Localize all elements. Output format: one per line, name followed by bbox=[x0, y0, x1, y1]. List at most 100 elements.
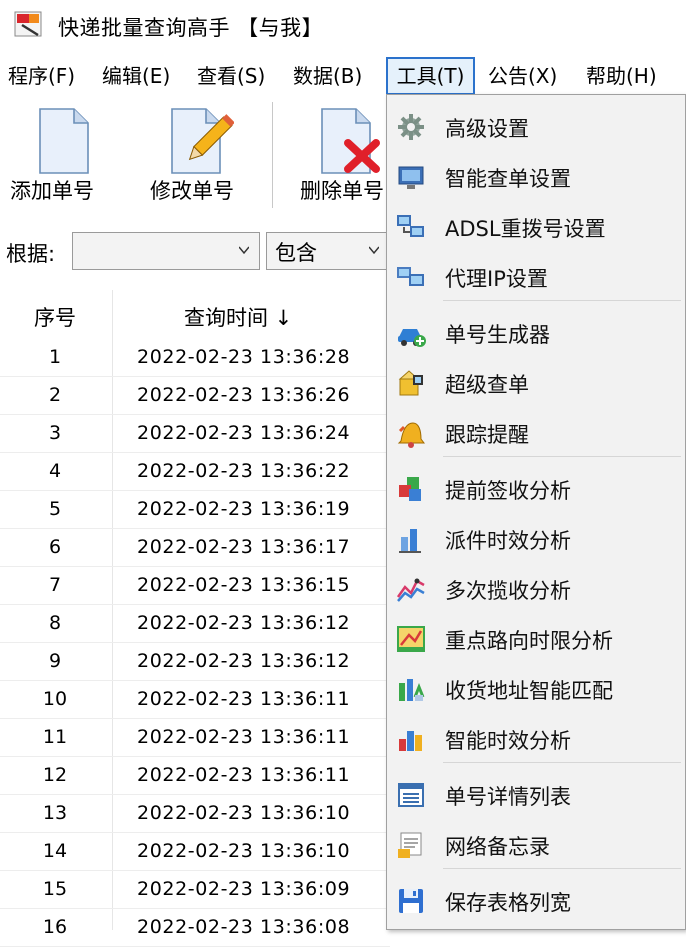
edit-document-icon bbox=[171, 108, 234, 174]
list-icon bbox=[398, 783, 424, 807]
table-header: 序号 查询时间 ↓ bbox=[0, 290, 390, 344]
tools-menu-item[interactable]: 提前签收分析 bbox=[387, 465, 685, 511]
tools-menu-item-label: 派件时效分析 bbox=[445, 529, 571, 553]
tools-menu-item-label: 超级查单 bbox=[445, 373, 529, 397]
row-query-time: 2022-02-23 13:36:22 bbox=[137, 460, 351, 482]
row-index: 2 bbox=[48, 384, 62, 406]
menu-program[interactable]: 程序(F) bbox=[8, 57, 75, 95]
add-number-button[interactable]: 添加单号 bbox=[0, 97, 120, 212]
tools-menu-item[interactable]: 多次揽收分析 bbox=[387, 565, 685, 611]
row-query-time: 2022-02-23 13:36:26 bbox=[137, 384, 351, 406]
row-query-time: 2022-02-23 13:36:24 bbox=[137, 422, 351, 444]
tools-menu-item[interactable]: 重点路向时限分析 bbox=[387, 615, 685, 661]
row-query-time: 2022-02-23 13:36:12 bbox=[137, 650, 351, 672]
row-query-time: 2022-02-23 13:36:19 bbox=[137, 498, 351, 520]
tools-menu-item-label: 代理IP设置 bbox=[445, 267, 548, 291]
delete-number-label: 删除单号 bbox=[300, 179, 384, 203]
chevron-down-icon bbox=[369, 246, 379, 255]
bell-icon bbox=[397, 422, 425, 448]
tools-menu-item-label: 保存表格列宽 bbox=[445, 891, 571, 915]
row-index: 10 bbox=[42, 688, 68, 710]
menu-edit[interactable]: 编辑(E) bbox=[102, 57, 170, 95]
delete-document-icon bbox=[321, 108, 380, 174]
tools-menu-item-label: 智能时效分析 bbox=[445, 729, 571, 753]
row-index: 3 bbox=[48, 422, 62, 444]
tools-menu-item[interactable]: 跟踪提醒 bbox=[387, 409, 685, 455]
tools-menu-item[interactable]: ADSL重拨号设置 bbox=[387, 203, 685, 249]
menu-tools[interactable]: 工具(T) bbox=[386, 57, 475, 95]
table-row[interactable]: 13 2022-02-23 13:36:10 bbox=[0, 794, 390, 833]
tools-menu-item[interactable]: 收货地址智能匹配 bbox=[387, 665, 685, 711]
title-bar: 快递批量查询高手 【与我】 bbox=[0, 0, 686, 50]
proxy-icon bbox=[397, 267, 424, 286]
row-index: 13 bbox=[42, 802, 68, 824]
map-icon bbox=[397, 626, 425, 652]
window-title: 快递批量查询高手 【与我】 bbox=[58, 16, 324, 40]
table-row[interactable]: 4 2022-02-23 13:36:22 bbox=[0, 452, 390, 491]
table-row[interactable]: 7 2022-02-23 13:36:15 bbox=[0, 566, 390, 605]
menu-notice[interactable]: 公告(X) bbox=[488, 57, 557, 95]
table-row[interactable]: 5 2022-02-23 13:36:19 bbox=[0, 490, 390, 529]
table-row[interactable]: 3 2022-02-23 13:36:24 bbox=[0, 414, 390, 453]
tools-menu-item-label: 收货地址智能匹配 bbox=[445, 679, 613, 703]
table-row[interactable]: 11 2022-02-23 13:36:11 bbox=[0, 718, 390, 757]
row-query-time: 2022-02-23 13:36:17 bbox=[137, 536, 351, 558]
row-index: 12 bbox=[42, 764, 68, 786]
row-query-time: 2022-02-23 13:36:10 bbox=[137, 840, 351, 862]
tools-menu-item[interactable]: 网络备忘录 bbox=[387, 821, 685, 867]
row-index: 9 bbox=[48, 650, 62, 672]
menu-separator bbox=[443, 456, 681, 457]
row-index: 5 bbox=[48, 498, 62, 520]
column-header-index[interactable]: 序号 bbox=[0, 302, 110, 332]
table-row[interactable]: 9 2022-02-23 13:36:12 bbox=[0, 642, 390, 681]
tools-menu-item[interactable]: 派件时效分析 bbox=[387, 515, 685, 561]
tools-menu-item[interactable]: 超级查单 bbox=[387, 359, 685, 405]
tools-menu-item[interactable]: 保存表格列宽 bbox=[387, 877, 685, 923]
tools-menu-item[interactable]: 单号详情列表 bbox=[387, 771, 685, 817]
menu-data[interactable]: 数据(B) bbox=[293, 57, 362, 95]
tools-menu-item-label: 多次揽收分析 bbox=[445, 579, 571, 603]
table-row[interactable]: 15 2022-02-23 13:36:09 bbox=[0, 870, 390, 909]
tools-menu-item-label: 智能查单设置 bbox=[445, 167, 571, 191]
blank-document-icon bbox=[39, 108, 89, 174]
row-query-time: 2022-02-23 13:36:15 bbox=[137, 574, 351, 596]
table-row[interactable]: 8 2022-02-23 13:36:12 bbox=[0, 604, 390, 643]
chevron-down-icon bbox=[239, 246, 249, 255]
tools-menu-item-label: 单号生成器 bbox=[445, 323, 550, 347]
edit-number-button[interactable]: 修改单号 bbox=[140, 97, 260, 212]
menu-help[interactable]: 帮助(H) bbox=[586, 57, 657, 95]
gear-icon bbox=[398, 114, 424, 140]
tools-menu-item[interactable]: 高级设置 bbox=[387, 103, 685, 149]
menu-separator bbox=[443, 762, 681, 763]
row-query-time: 2022-02-23 13:36:08 bbox=[137, 916, 351, 938]
tools-menu-item[interactable]: 代理IP设置 bbox=[387, 253, 685, 299]
line-chart-icon bbox=[396, 578, 425, 602]
column-chart-icon bbox=[399, 731, 422, 751]
tools-menu-item[interactable]: 智能查单设置 bbox=[387, 153, 685, 199]
table-row[interactable]: 2 2022-02-23 13:36:26 bbox=[0, 376, 390, 415]
column-header-query-time[interactable]: 查询时间 ↓ bbox=[184, 302, 292, 332]
table-row[interactable]: 6 2022-02-23 13:36:17 bbox=[0, 528, 390, 567]
table-row[interactable]: 12 2022-02-23 13:36:11 bbox=[0, 756, 390, 795]
super-query-icon bbox=[398, 370, 423, 396]
cubes-icon bbox=[399, 477, 421, 501]
row-index: 1 bbox=[48, 346, 62, 368]
row-query-time: 2022-02-23 13:36:10 bbox=[137, 802, 351, 824]
row-query-time: 2022-02-23 13:36:11 bbox=[137, 688, 351, 710]
row-index: 11 bbox=[42, 726, 68, 748]
tools-menu-item[interactable]: 智能时效分析 bbox=[387, 715, 685, 761]
table-row[interactable]: 14 2022-02-23 13:36:10 bbox=[0, 832, 390, 871]
filter-mode-select[interactable]: 包含 bbox=[266, 232, 396, 270]
table-row[interactable]: 10 2022-02-23 13:36:11 bbox=[0, 680, 390, 719]
table-row[interactable]: 1 2022-02-23 13:36:28 bbox=[0, 338, 390, 377]
row-index: 4 bbox=[48, 460, 62, 482]
filter-field-select[interactable] bbox=[72, 232, 260, 270]
delete-number-button[interactable]: 删除单号 bbox=[290, 97, 390, 212]
row-query-time: 2022-02-23 13:36:12 bbox=[137, 612, 351, 634]
table-row[interactable]: 16 2022-02-23 13:36:08 bbox=[0, 908, 390, 947]
menu-view[interactable]: 查看(S) bbox=[197, 57, 265, 95]
row-query-time: 2022-02-23 13:36:28 bbox=[137, 346, 351, 368]
app-logo-icon bbox=[14, 11, 42, 37]
tools-menu-item[interactable]: 单号生成器 bbox=[387, 309, 685, 355]
row-index: 14 bbox=[42, 840, 68, 862]
